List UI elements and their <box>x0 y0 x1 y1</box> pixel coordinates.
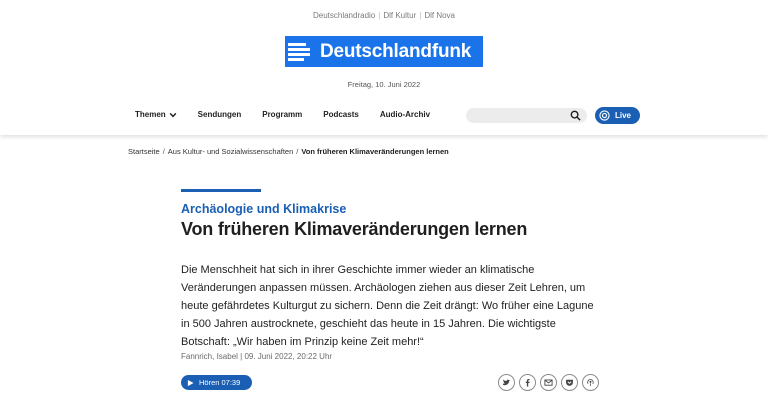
email-icon <box>544 379 553 386</box>
share-twitter-button[interactable] <box>498 374 515 391</box>
deutschlandfunk-logo[interactable]: Deutschlandfunk <box>285 36 483 67</box>
twitter-icon <box>502 379 511 386</box>
article-headline: Von früheren Klimaveränderungen lernen <box>181 219 528 239</box>
live-radio-icon <box>599 110 610 121</box>
nav-item-podcasts[interactable]: Podcasts <box>323 110 359 119</box>
network-links: Deutschlandradio | Dlf Kultur | Dlf Nova <box>0 11 768 20</box>
facebook-icon <box>525 378 530 387</box>
share-email-button[interactable] <box>540 374 557 391</box>
podcast-icon <box>587 379 594 387</box>
listen-button[interactable]: Hören 07:39 <box>181 375 252 390</box>
live-button[interactable]: Live <box>595 107 640 124</box>
share-podcast-button[interactable] <box>582 374 599 391</box>
pocket-icon <box>566 379 573 386</box>
logo-text: Deutschlandfunk <box>320 40 472 62</box>
share-facebook-button[interactable] <box>519 374 536 391</box>
nav-item-audio-archiv[interactable]: Audio-Archiv <box>380 110 430 119</box>
play-icon <box>187 379 194 386</box>
article-kicker: Archäologie und Klimakrise <box>181 202 347 216</box>
share-pocket-button[interactable] <box>561 374 578 391</box>
search-input[interactable] <box>466 108 587 123</box>
nav-item-themen[interactable]: Themen <box>135 110 177 119</box>
logo-stripes-icon <box>288 39 314 64</box>
site-header: Deutschlandradio | Dlf Kultur | Dlf Nova Deu… <box>0 0 768 135</box>
network-link-dlf-kultur[interactable]: Dlf Kultur <box>383 11 416 20</box>
network-link-deutschlandradio[interactable]: Deutschlandradio <box>313 11 375 20</box>
nav-item-label: Themen <box>135 110 166 119</box>
kicker-accent-line <box>181 189 261 192</box>
search-icon[interactable] <box>570 110 581 121</box>
breadcrumb-current: Von früheren Klimaveränderungen lernen <box>301 147 449 156</box>
current-date: Freitag, 10. Juni 2022 <box>347 80 421 89</box>
article-teaser: Die Menschheit hat sich in ihrer Geschic… <box>181 264 594 348</box>
article-meta: Fannrich, Isabel | 09. Juni 2022, 20:22 … <box>181 352 333 361</box>
live-label: Live <box>615 111 632 120</box>
breadcrumb-separator: / <box>162 147 165 156</box>
share-bar <box>498 374 603 391</box>
nav-item-programm[interactable]: Programm <box>262 110 302 119</box>
main-nav: Themen Sendungen Programm Podcasts Audio… <box>135 110 451 119</box>
network-link-dlf-nova[interactable]: Dlf Nova <box>424 11 455 20</box>
breadcrumb-section[interactable]: Aus Kultur- und Sozialwissenschaften <box>168 147 293 156</box>
breadcrumb-home[interactable]: Startseite <box>128 147 160 156</box>
listen-label: Hören 07:39 <box>199 378 241 387</box>
network-separator: | <box>378 11 381 20</box>
chevron-down-icon <box>169 112 177 118</box>
network-separator: | <box>419 11 422 20</box>
nav-item-sendungen[interactable]: Sendungen <box>198 110 242 119</box>
breadcrumb: Startseite / Aus Kultur- und Sozialwissens… <box>128 147 449 156</box>
breadcrumb-separator: / <box>296 147 299 156</box>
